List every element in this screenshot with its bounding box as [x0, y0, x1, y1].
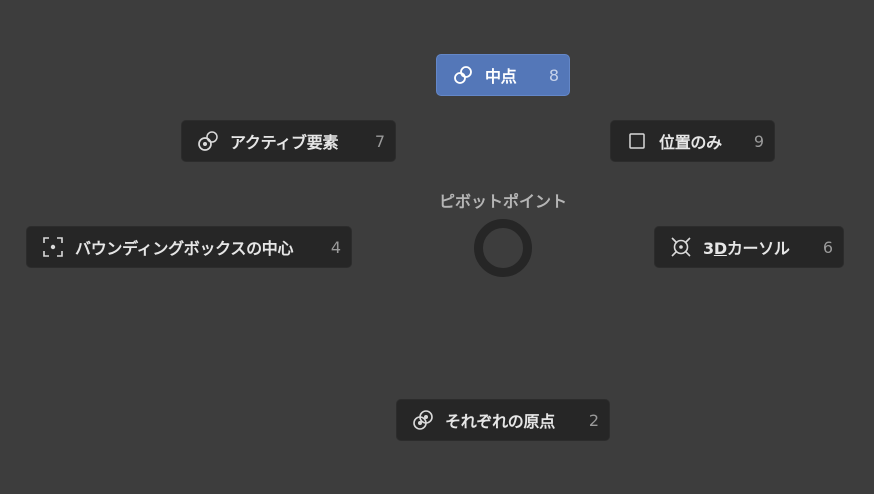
pie-item-active-element[interactable]: アクティブ要素 7: [181, 120, 396, 162]
pie-item-3d-cursor[interactable]: 3Dカーソル 6: [654, 226, 844, 268]
checkbox-icon[interactable]: [625, 129, 649, 153]
shortcut-key: 2: [588, 410, 599, 430]
pie-item-label: それぞれの原点: [445, 412, 555, 431]
pie-item-bounding-box-center[interactable]: バウンディングボックスの中心 4: [26, 226, 352, 268]
pie-item-label: 中点: [485, 67, 517, 86]
pie-center-ring: [474, 219, 532, 277]
pie-item-label: バウンディングボックスの中心: [75, 239, 294, 258]
pie-item-location-only[interactable]: 位置のみ 9: [610, 120, 775, 162]
pie-item-median-point[interactable]: 中点 8: [436, 54, 570, 96]
individual-origins-icon: [411, 408, 435, 432]
median-point-icon: [451, 63, 475, 87]
shortcut-key: 4: [330, 237, 341, 257]
pie-item-label: アクティブ要素: [230, 133, 339, 152]
3d-cursor-icon: [669, 235, 693, 259]
pie-item-label: 位置のみ: [659, 133, 722, 152]
shortcut-key: 9: [753, 131, 764, 151]
shortcut-key: 6: [822, 237, 833, 257]
shortcut-key: 8: [548, 65, 559, 85]
active-element-icon: [196, 129, 220, 153]
bounding-box-center-icon: [41, 235, 65, 259]
pie-item-label: 3Dカーソル: [703, 239, 790, 258]
pie-item-individual-origins[interactable]: それぞれの原点 2: [396, 399, 610, 441]
pie-menu-title: ピボットポイント: [438, 192, 567, 211]
shortcut-key: 7: [374, 131, 385, 151]
